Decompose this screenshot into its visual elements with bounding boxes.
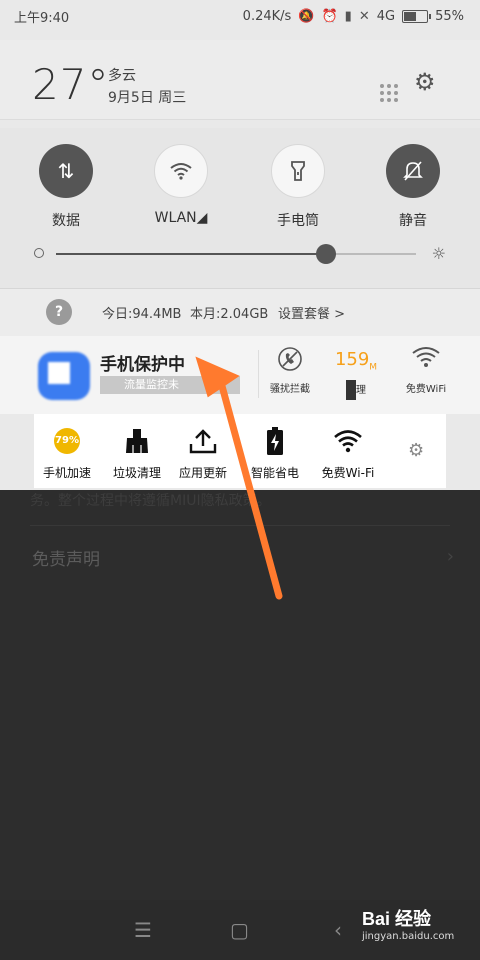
battery-fill <box>404 11 417 21</box>
shortcut-cleaner[interactable]: 垃圾清理 <box>100 426 174 481</box>
status-bar: 上午9:40 0.24K/s 🔕 ⏰ ▮ ✕ 4G 55% <box>0 0 480 32</box>
help-icon[interactable]: ? <box>46 299 72 325</box>
back-button[interactable]: ‹ <box>334 918 342 942</box>
brightness-slider[interactable]: ☼ <box>34 244 446 264</box>
boost-icon: 79% <box>54 428 80 454</box>
notification-shade: 上午9:40 0.24K/s 🔕 ⏰ ▮ ✕ 4G 55% 27° 多云 9月5… <box>0 0 480 490</box>
toggle-flashlight[interactable]: 手电筒 <box>253 144 343 230</box>
toggle-label: 静音 <box>399 213 427 229</box>
alarm-icon: ⏰ <box>321 8 338 24</box>
toggle-wlan[interactable]: WLAN◢ <box>136 144 226 226</box>
battery-percent: 55% <box>435 8 464 24</box>
sec-item-label: 免费WiFi <box>405 384 447 395</box>
security-notification[interactable]: 手机保护中 流量监控未 骚扰拦截 159M 理 免费WiFi <box>0 336 480 414</box>
shortcut-label: 免费Wi-Fi <box>321 466 375 480</box>
toggle-label: WLAN◢ <box>154 210 208 226</box>
chevron-right-icon: › <box>446 546 454 567</box>
brightness-low-icon <box>34 248 44 258</box>
menu-button[interactable]: ☰ <box>134 918 152 942</box>
bell-off-icon <box>386 144 440 198</box>
broom-icon <box>100 426 174 456</box>
silent-icon: 🔕 <box>298 8 315 24</box>
battery-icon <box>402 9 432 23</box>
security-status-bar: 流量监控未 <box>100 376 240 394</box>
brightness-high-icon: ☼ <box>431 244 446 263</box>
home-button[interactable]: ▢ <box>230 918 249 942</box>
flashlight-icon <box>271 144 325 198</box>
speed-value: 159 <box>334 349 370 370</box>
security-app-logo <box>38 352 90 400</box>
baidu-watermark: Bai 经验 jingyan.baidu.com <box>362 905 472 955</box>
speed-button[interactable]: 159M 理 <box>326 346 386 400</box>
free-wifi-button[interactable]: 免费WiFi <box>396 346 456 395</box>
shortcut-label: 应用更新 <box>178 466 227 480</box>
signal-icon: ▮ <box>344 8 352 24</box>
wifi-icon <box>396 346 456 374</box>
toggle-label: 数据 <box>52 213 80 229</box>
no-disturb-icon <box>260 346 320 374</box>
quick-toggles: ⇅ 数据 WLAN◢ 手电筒 静音 <box>0 128 480 288</box>
battery-bolt-icon <box>238 426 312 456</box>
shortcut-row: 79% 手机加速 垃圾清理 应用更新 智能省电 免费Wi-Fi ⚙ <box>34 414 446 488</box>
watermark-url: jingyan.baidu.com <box>362 931 455 942</box>
brightness-track-fill <box>56 253 326 255</box>
background-policy-text: 务。整个过程中将遵循MIUI隐私政策。 <box>30 493 271 509</box>
speed-unit: M <box>369 362 378 373</box>
data-arrows-icon: ⇅ <box>39 144 93 198</box>
watermark-logo: Bai 经验 <box>362 909 432 929</box>
shortcut-free-wifi[interactable]: 免费Wi-Fi <box>311 426 385 481</box>
harassment-block-button[interactable]: 骚扰拦截 <box>260 346 320 395</box>
brightness-thumb[interactable] <box>316 244 336 264</box>
weather-header: 27° 多云 9月5日 周三 ⚙ <box>0 40 480 120</box>
shortcut-label: 智能省电 <box>250 466 299 480</box>
shortcut-boost[interactable]: 79% 手机加速 <box>30 426 104 481</box>
date: 9月5日 周三 <box>108 90 187 106</box>
status-time: 上午9:40 <box>14 10 70 26</box>
weather-condition: 多云 <box>108 68 136 84</box>
gear-icon[interactable]: ⚙ <box>414 68 436 96</box>
wifi-icon <box>311 426 385 456</box>
data-today: 今日:94.4MB <box>102 307 182 322</box>
temperature: 27° <box>32 60 110 109</box>
wifi-icon <box>154 144 208 198</box>
network-type: 4G <box>376 8 396 24</box>
net-speed: 0.24K/s <box>242 8 292 24</box>
shortcut-label: 手机加速 <box>42 466 91 480</box>
shortcut-app-update[interactable]: 应用更新 <box>166 426 240 481</box>
upload-icon <box>166 426 240 456</box>
data-usage-row[interactable]: ? 今日:94.4MB 本月:2.04GB 设置套餐 > <box>0 288 480 336</box>
security-divider <box>258 350 259 398</box>
shortcut-power-save[interactable]: 智能省电 <box>238 426 312 481</box>
shortcut-label: 垃圾清理 <box>112 466 161 480</box>
gear-icon[interactable]: ⚙ <box>408 440 424 461</box>
security-title: 手机保护中 <box>100 355 185 375</box>
sec-item-label: 理 <box>326 380 386 400</box>
data-month: 本月:2.04GB <box>190 307 269 322</box>
signal-x-icon: ✕ <box>358 8 370 24</box>
data-plan-settings-link[interactable]: 设置套餐 > <box>278 303 345 322</box>
background-divider <box>30 525 450 526</box>
disclaimer-item[interactable]: 免责声明 <box>32 545 100 570</box>
sec-item-label: 骚扰拦截 <box>270 384 310 395</box>
toggle-data[interactable]: ⇅ 数据 <box>21 144 111 230</box>
status-icons: 0.24K/s 🔕 ⏰ ▮ ✕ 4G 55% <box>243 9 464 24</box>
toggle-label: 手电筒 <box>277 213 319 229</box>
toggle-silent[interactable]: 静音 <box>368 144 458 230</box>
speed-icon: 159M <box>326 346 386 374</box>
grid-icon[interactable] <box>380 84 398 102</box>
